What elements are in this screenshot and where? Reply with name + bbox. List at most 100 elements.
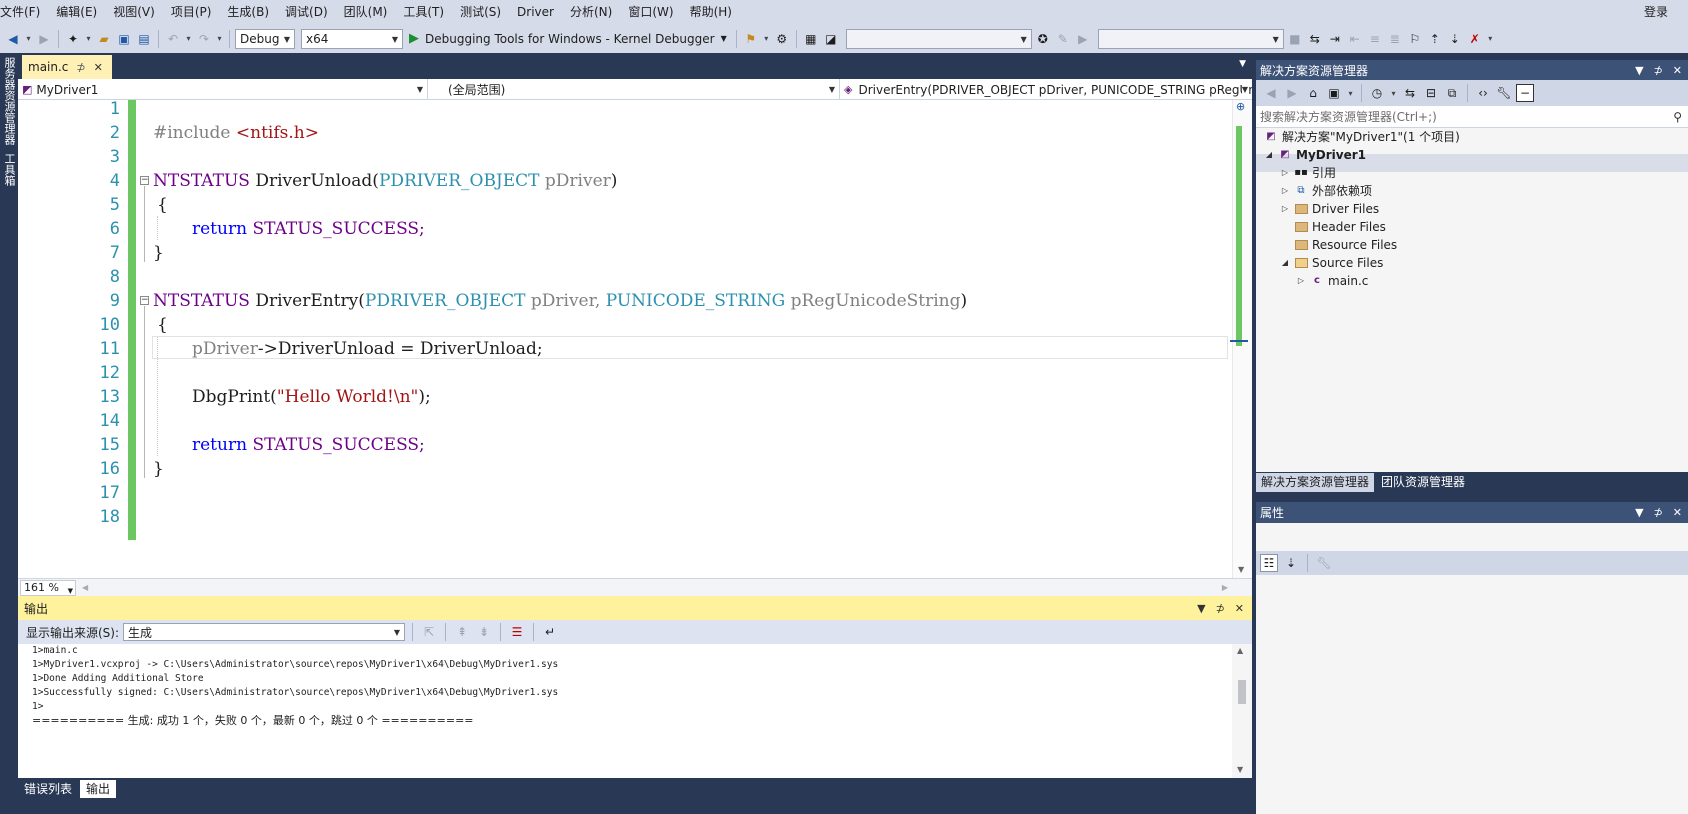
tree-references[interactable]: ▷ ▪▪ 引用 <box>1280 164 1336 182</box>
collapse-all-icon[interactable]: ⊟ <box>1422 84 1440 102</box>
menu-view[interactable]: 视图(V) <box>105 0 163 24</box>
window-menu-icon[interactable]: ▼ <box>1635 64 1643 77</box>
start-debugger-button[interactable]: ▶ Debugging Tools for Windows - Kernel D… <box>405 31 731 46</box>
toolbox-tab[interactable]: 工具箱 <box>1 149 17 190</box>
forward-icon[interactable]: ▶ <box>35 30 53 48</box>
menu-analyze[interactable]: 分析(N) <box>562 0 620 24</box>
save-all-icon[interactable]: ▤ <box>135 30 153 48</box>
close-icon[interactable]: ✕ <box>1235 602 1244 615</box>
search-icon[interactable]: ⚲ <box>1673 106 1682 128</box>
close-icon[interactable]: ✕ <box>1673 506 1682 519</box>
next-bookmark-icon[interactable]: ⇣ <box>1446 30 1464 48</box>
pencil-icon[interactable]: ✎ <box>1054 30 1072 48</box>
scope-select[interactable]: (全局范围) ▼ <box>428 79 840 100</box>
prev-message-icon[interactable]: ⇞ <box>453 623 471 641</box>
menu-build[interactable]: 生成(B) <box>219 0 277 24</box>
pin-icon[interactable]: ⊅ <box>1216 602 1225 615</box>
tree-resource-files[interactable]: Resource Files <box>1280 236 1397 254</box>
close-icon[interactable]: ✕ <box>1673 64 1682 77</box>
tab-team-explorer[interactable]: 团队资源管理器 <box>1376 473 1470 492</box>
pin-icon[interactable]: ⊅ <box>1654 64 1663 77</box>
zoom-select[interactable]: 161 % ▼ <box>20 579 76 596</box>
toolbar-empty-combo-2[interactable]: ▼ <box>1097 28 1284 49</box>
scroll-right-icon[interactable]: ▶ <box>1222 583 1228 592</box>
config-select[interactable]: Debug ▼ <box>235 28 295 49</box>
debug-window-icon[interactable]: ▦ <box>802 30 820 48</box>
outdent-icon[interactable]: ⇤ <box>1346 30 1364 48</box>
word-wrap-icon[interactable]: ↵ <box>541 623 559 641</box>
save-icon[interactable]: ▣ <box>115 30 133 48</box>
login-link[interactable]: 登录 <box>1638 0 1674 24</box>
redo-icon[interactable]: ↷ <box>195 30 213 48</box>
find-in-files-icon[interactable]: ⚑ <box>742 30 760 48</box>
tab-list-icon[interactable]: ▼ <box>1239 59 1246 69</box>
tab-solution-explorer[interactable]: 解决方案资源管理器 <box>1256 473 1375 492</box>
tree-solution[interactable]: ◩ 解决方案"MyDriver1"(1 个项目) <box>1264 128 1460 146</box>
go-to-error-icon[interactable]: ⇱ <box>420 623 438 641</box>
stop-icon[interactable]: ■ <box>1286 30 1304 48</box>
menu-file[interactable]: 文件(F) <box>0 0 48 24</box>
tree-project[interactable]: ◢ ◩ MyDriver1 <box>1264 146 1366 164</box>
split-icon[interactable]: ⊕ <box>1236 100 1245 113</box>
new-project-icon[interactable]: ✦ <box>64 30 82 48</box>
next-message-icon[interactable]: ⇟ <box>475 623 493 641</box>
scroll-left-icon[interactable]: ◀ <box>82 583 88 592</box>
tree-external-deps[interactable]: ▷ ⧉ 外部依赖项 <box>1280 182 1372 200</box>
property-pages-icon[interactable]: 🔧︎ <box>1315 554 1333 572</box>
server-explorer-tab[interactable]: 服务器资源管理器 <box>1 53 17 149</box>
forward-icon[interactable]: ▶ <box>1283 84 1301 102</box>
pending-changes-icon[interactable]: ◷ <box>1368 84 1386 102</box>
expanded-icon[interactable]: ◢ <box>1264 146 1274 164</box>
menu-project[interactable]: 项目(P) <box>163 0 220 24</box>
code-editor[interactable]: 1 2 3 4 5 6 7 8 9 10 11 12 13 14 15 16 1… <box>18 100 1252 578</box>
format-icon[interactable]: ⇆ <box>1306 30 1324 48</box>
indent-icon[interactable]: ⇥ <box>1326 30 1344 48</box>
tab-output[interactable]: 输出 <box>80 780 117 798</box>
solution-search-input[interactable]: 搜索解决方案资源管理器(Ctrl+;) ⚲ <box>1256 106 1688 128</box>
menu-test[interactable]: 测试(S) <box>452 0 509 24</box>
expanded-icon[interactable]: ◢ <box>1280 254 1290 272</box>
find-dropdown-icon[interactable]: ▾ <box>762 30 771 48</box>
tree-header-files[interactable]: Header Files <box>1280 218 1386 236</box>
back-icon[interactable]: ◀ <box>1262 84 1280 102</box>
scroll-up-icon[interactable]: ▲ <box>1237 646 1243 655</box>
collapsed-icon[interactable]: ▷ <box>1280 182 1290 200</box>
bookmark-icon[interactable]: ⚐ <box>1406 30 1424 48</box>
comment-icon[interactable]: ≡ <box>1366 30 1384 48</box>
menu-driver[interactable]: Driver <box>509 0 562 24</box>
build-tool-icon[interactable]: ✪ <box>1034 30 1052 48</box>
redo-dropdown-icon[interactable]: ▾ <box>215 30 224 48</box>
menu-tools[interactable]: 工具(T) <box>395 0 452 24</box>
home-icon[interactable]: ⌂ <box>1304 84 1322 102</box>
back-icon[interactable]: ◀ <box>4 30 22 48</box>
undo-icon[interactable]: ↶ <box>164 30 182 48</box>
tab-main-c[interactable]: main.c ⊅ ✕ <box>22 55 112 79</box>
show-all-files-icon[interactable]: ⧉ <box>1443 84 1461 102</box>
menu-edit[interactable]: 编辑(E) <box>48 0 105 24</box>
alphabetical-icon[interactable]: ⇣ <box>1282 554 1300 572</box>
collapse-toggle[interactable]: − <box>140 176 149 185</box>
menu-team[interactable]: 团队(M) <box>336 0 396 24</box>
toolbar-empty-combo-1[interactable]: ▼ <box>845 28 1032 49</box>
driver-tool-icon[interactable]: ◪ <box>822 30 840 48</box>
close-icon[interactable]: ✕ <box>94 61 103 74</box>
collapsed-icon[interactable]: ▷ <box>1280 200 1290 218</box>
scrollbar-thumb[interactable] <box>1236 126 1242 346</box>
preview-icon[interactable]: − <box>1516 84 1534 102</box>
switch-views-icon[interactable]: ▣ <box>1325 84 1343 102</box>
scroll-down-icon[interactable]: ▼ <box>1238 565 1244 574</box>
editor-vertical-scrollbar[interactable]: ⊕ ▼ <box>1232 100 1252 578</box>
menu-debug[interactable]: 调试(D) <box>277 0 336 24</box>
collapsed-icon[interactable]: ▷ <box>1296 272 1306 290</box>
pending-dropdown-icon[interactable]: ▾ <box>1389 84 1398 102</box>
output-scrollbar[interactable]: ▲ ▼ <box>1232 644 1252 778</box>
properties-object-select[interactable] <box>1256 523 1688 551</box>
tree-source-files[interactable]: ◢ Source Files <box>1280 254 1383 272</box>
toolbar-overflow-icon[interactable]: ▾ <box>1486 30 1495 48</box>
sync-icon[interactable]: ⇆ <box>1401 84 1419 102</box>
scroll-down-icon[interactable]: ▼ <box>1237 765 1243 774</box>
menu-window[interactable]: 窗口(W) <box>620 0 681 24</box>
collapse-toggle[interactable]: − <box>140 296 149 305</box>
undo-dropdown-icon[interactable]: ▾ <box>184 30 193 48</box>
uncomment-icon[interactable]: ≣ <box>1386 30 1404 48</box>
